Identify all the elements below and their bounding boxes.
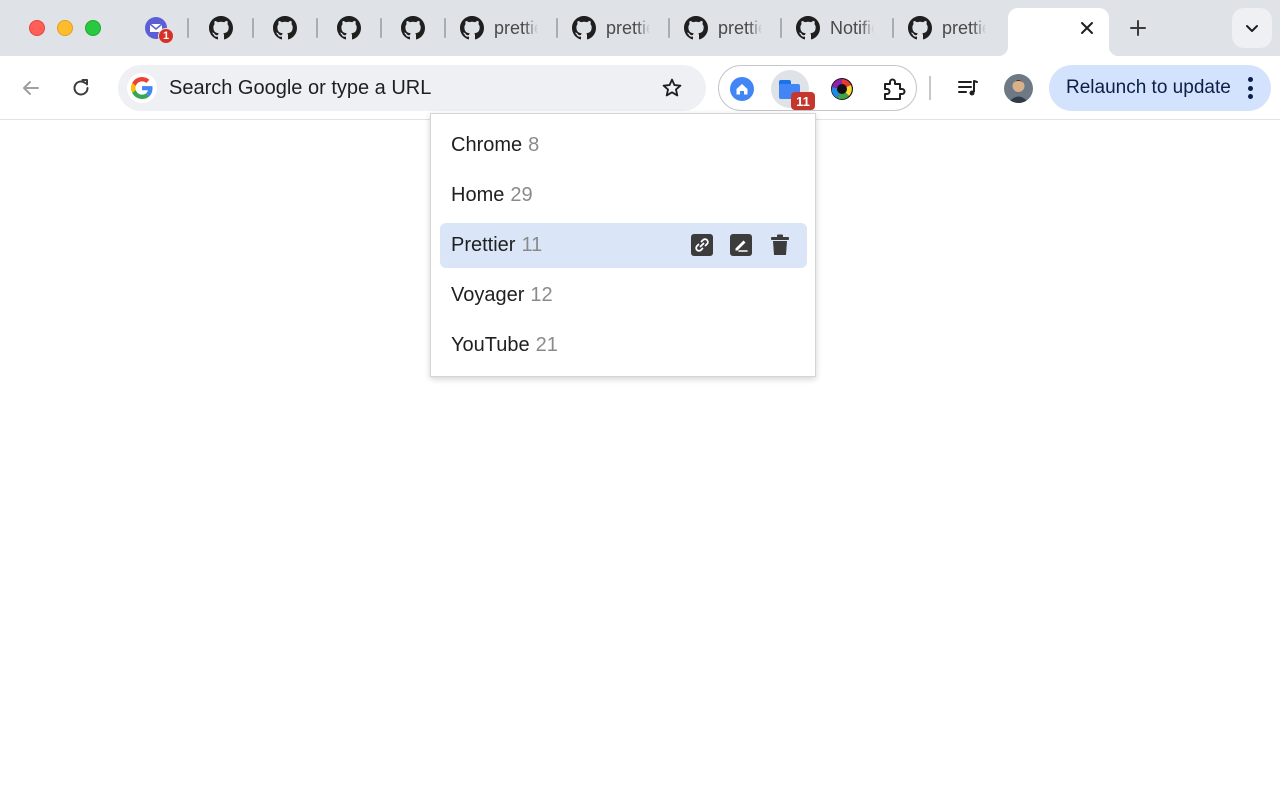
- group-item-voyager[interactable]: Voyager 12: [440, 273, 807, 318]
- group-item-chrome[interactable]: Chrome 8: [440, 123, 807, 168]
- extension-color[interactable]: [823, 70, 861, 108]
- tab-github-1[interactable]: [209, 8, 233, 48]
- github-icon: [684, 16, 708, 40]
- window-zoom-button[interactable]: [85, 20, 101, 36]
- playlist-music-icon: [958, 80, 978, 96]
- group-name: Voyager: [451, 284, 525, 306]
- extension-home[interactable]: [723, 70, 761, 108]
- tab-separator: [556, 18, 558, 38]
- tab-github-3[interactable]: [337, 8, 361, 48]
- tab-search-button[interactable]: [1232, 8, 1272, 48]
- group-count: 8: [528, 134, 540, 156]
- tab-separator: [187, 18, 189, 38]
- omnibox-placeholder: Search Google or type a URL: [169, 77, 432, 99]
- chevron-down-icon: [1246, 25, 1258, 32]
- color-wheel-icon: [831, 78, 853, 100]
- group-name: YouTube: [451, 334, 530, 356]
- window-minimize-button[interactable]: [57, 20, 73, 36]
- tab-title: prettier: [606, 17, 650, 38]
- mail-icon: 1: [144, 16, 174, 44]
- tab-title: prettier: [718, 17, 762, 38]
- more-vertical-icon: [1247, 77, 1253, 99]
- github-icon: [337, 16, 361, 40]
- github-icon: [572, 16, 596, 40]
- back-arrow-icon: [23, 81, 39, 95]
- google-icon: [127, 73, 157, 103]
- tab-groups-dropdown: Chrome 8 Home 29 Prettier 11 Voyager 12 …: [430, 113, 816, 377]
- back-button[interactable]: [13, 70, 49, 106]
- group-name: Prettier: [451, 234, 516, 256]
- tab-prettier-4[interactable]: prettier: [908, 8, 986, 48]
- extension-tab-groups[interactable]: 11: [771, 70, 815, 110]
- github-icon: [273, 16, 297, 40]
- group-actions: [691, 234, 791, 256]
- tab-prettier-1[interactable]: prettier: [460, 8, 538, 48]
- github-icon: [460, 16, 484, 40]
- delete-button[interactable]: [769, 234, 791, 256]
- tab-badge: 1: [158, 28, 174, 44]
- github-icon: [796, 16, 820, 40]
- profile-avatar[interactable]: [1004, 74, 1033, 103]
- group-count: 11: [521, 234, 543, 256]
- tab-prettier-3[interactable]: prettier: [684, 8, 762, 48]
- puzzle-icon: [884, 78, 906, 100]
- github-icon: [401, 16, 425, 40]
- reload-icon: [73, 79, 89, 96]
- edit-icon: [730, 234, 752, 256]
- tab-separator: [252, 18, 254, 38]
- copy-link-button[interactable]: [691, 234, 713, 256]
- close-icon: [1081, 22, 1093, 34]
- tab-github-4[interactable]: [401, 8, 425, 48]
- bookmark-button[interactable]: [658, 74, 686, 102]
- tab-title: prettier: [494, 17, 538, 38]
- group-name: Home: [451, 184, 505, 206]
- tab-prettier-2[interactable]: prettier: [572, 8, 650, 48]
- toolbar-separator: [929, 76, 931, 100]
- group-count: 12: [530, 284, 553, 306]
- tab-separator: [668, 18, 670, 38]
- tab-separator: [380, 18, 382, 38]
- link-icon: [691, 234, 713, 256]
- github-icon: [209, 16, 233, 40]
- close-tab-button[interactable]: [1075, 16, 1099, 40]
- toolbar: Search Google or type a URL 11 Relaunch …: [0, 56, 1280, 120]
- group-count: 29: [510, 184, 533, 206]
- tab-strip: 1 prettier prettier: [0, 0, 1280, 56]
- trash-icon: [771, 234, 789, 255]
- group-count: 21: [535, 334, 558, 356]
- window-close-button[interactable]: [29, 20, 45, 36]
- group-name: Chrome: [451, 134, 523, 156]
- extensions-menu-button[interactable]: [874, 70, 912, 108]
- plus-icon: [1130, 20, 1146, 36]
- tab-github-2[interactable]: [273, 8, 297, 48]
- github-icon: [908, 16, 932, 40]
- omnibox[interactable]: Search Google or type a URL: [118, 65, 706, 111]
- star-icon: [662, 78, 682, 97]
- avatar-icon: [1004, 74, 1033, 103]
- media-controls-button[interactable]: [950, 70, 986, 106]
- group-item-home[interactable]: Home 29: [440, 173, 807, 218]
- tab-separator: [892, 18, 894, 38]
- edit-button[interactable]: [730, 234, 752, 256]
- home-icon: [730, 77, 754, 101]
- group-item-youtube[interactable]: YouTube 21: [440, 323, 807, 368]
- tab-mail[interactable]: 1: [144, 8, 174, 48]
- tab-groups-badge: 11: [791, 92, 815, 110]
- tab-title: prettier: [942, 17, 986, 38]
- relaunch-button[interactable]: Relaunch to update: [1049, 65, 1271, 111]
- group-item-prettier[interactable]: Prettier 11: [440, 223, 807, 268]
- tab-separator: [780, 18, 782, 38]
- tab-separator: [444, 18, 446, 38]
- reload-button[interactable]: [63, 70, 99, 106]
- new-tab-button[interactable]: [1124, 14, 1152, 42]
- tab-title: Notifications: [830, 17, 874, 38]
- tab-notifications[interactable]: Notifications: [796, 8, 874, 48]
- extensions-group: 11: [718, 65, 917, 111]
- relaunch-label: Relaunch to update: [1066, 77, 1231, 98]
- tab-separator: [316, 18, 318, 38]
